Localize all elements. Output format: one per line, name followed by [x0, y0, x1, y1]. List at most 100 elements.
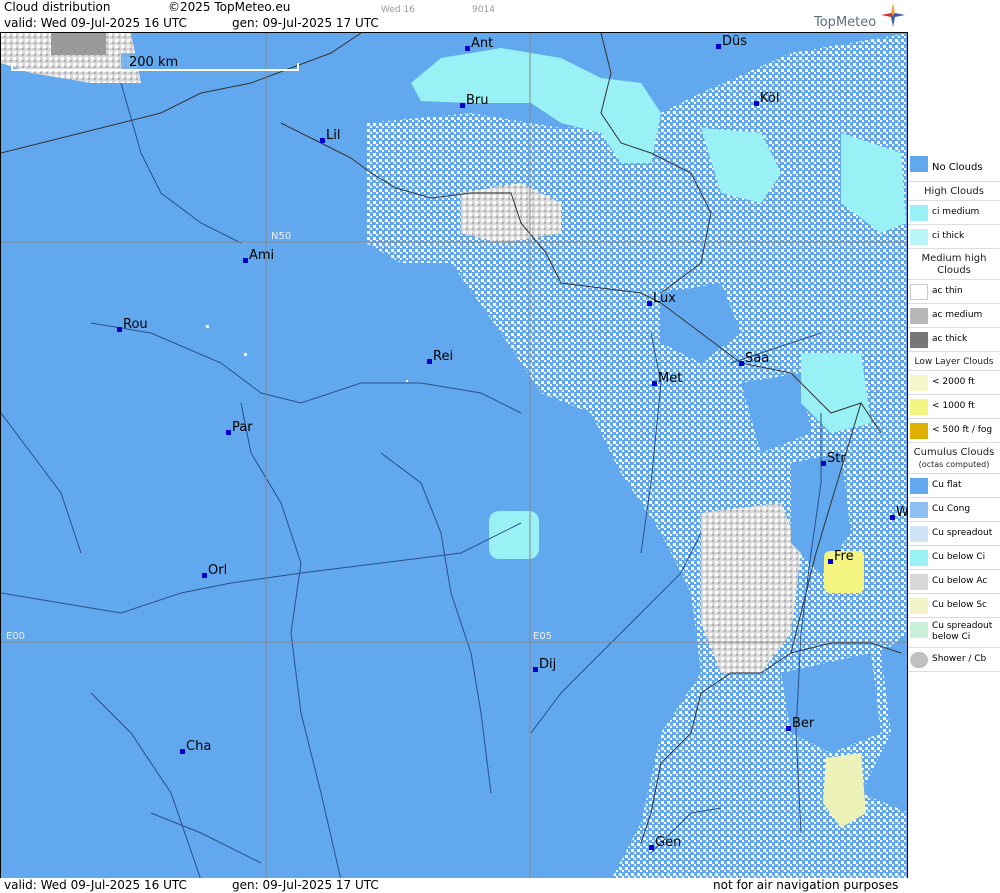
- city-marker: [460, 103, 465, 108]
- legend-no-clouds: No Clouds: [908, 150, 1000, 182]
- city-marker: [786, 726, 791, 731]
- legend-label: No Clouds: [932, 162, 983, 173]
- city-label: Köl: [760, 91, 779, 106]
- city-label: Orl: [208, 563, 227, 578]
- swatch-shower: [910, 652, 928, 668]
- brand-logo-text: TopMeteo: [814, 15, 877, 30]
- speckle: [244, 353, 247, 356]
- swatch-cu-flat: [910, 478, 928, 494]
- city-label: Met: [658, 371, 682, 386]
- city-marker: [821, 461, 826, 466]
- legend-cu-flat: Cu flat: [908, 474, 1000, 498]
- city-label: Dij: [539, 657, 556, 672]
- city-marker: [465, 46, 470, 51]
- scale-label: 200 km: [129, 55, 178, 70]
- legend-label: ac medium: [932, 310, 983, 320]
- city-marker: [649, 845, 654, 850]
- legend-shower: Shower / Cb: [908, 648, 1000, 672]
- city-marker: [754, 101, 759, 106]
- swatch-cu-cong: [910, 502, 928, 518]
- map-canvas[interactable]: N50 E00 E05 200 km Ant Düs Bru Köl Lil Ami Rou…: [1, 33, 908, 879]
- legend-label: Cu spreadout: [932, 528, 993, 538]
- legend-label: Cu flat: [932, 480, 962, 490]
- city-marker: [243, 258, 248, 263]
- city-label: Saa: [745, 351, 769, 366]
- ac-medium-patch: [51, 33, 106, 55]
- legend-medium-title: Medium high Clouds: [908, 249, 1000, 280]
- legend-cu-below-ac: Cu below Ac: [908, 570, 1000, 594]
- compass-icon: [881, 3, 905, 27]
- grid-label-e00: E00: [6, 631, 25, 642]
- legend-cu-spread-ci: Cu spreadout below Ci: [908, 618, 1000, 648]
- legend-label: ci thick: [932, 231, 965, 241]
- legend-cu-spread: Cu spreadout: [908, 522, 1000, 546]
- legend-label: ac thin: [932, 286, 963, 296]
- footer-valid-time: valid: Wed 09-Jul-2025 16 UTC: [4, 878, 187, 892]
- footer-generated-time: gen: 09-Jul-2025 17 UTC: [232, 878, 379, 892]
- copyright: ©2025 TopMeteo.eu: [168, 0, 291, 14]
- city-marker: [427, 359, 432, 364]
- city-marker: [320, 138, 325, 143]
- generated-time: gen: 09-Jul-2025 17 UTC: [232, 16, 379, 30]
- legend-low-1000: < 1000 ft: [908, 395, 1000, 419]
- city-label: Rou: [123, 317, 148, 332]
- city-label: Cha: [186, 739, 211, 754]
- legend-low-500: < 500 ft / fog: [908, 419, 1000, 443]
- city-label: Rei: [433, 349, 453, 364]
- swatch-cu-spread: [910, 526, 928, 542]
- legend-label: Cu below Ac: [932, 576, 988, 586]
- city-marker: [739, 361, 744, 366]
- legend-ac-thick: ac thick: [908, 328, 1000, 352]
- legend: No Clouds High Clouds ci medium ci thick…: [908, 150, 1000, 672]
- legend-ci-thick: ci thick: [908, 225, 1000, 249]
- legend-label: < 2000 ft: [932, 377, 975, 387]
- speckle: [206, 325, 209, 328]
- legend-cu-cong: Cu Cong: [908, 498, 1000, 522]
- swatch-ac-thin: [910, 284, 928, 300]
- city-marker: [890, 515, 895, 520]
- city-marker: [828, 559, 833, 564]
- map-title: Cloud distribution: [4, 0, 111, 14]
- swatch-ac-thick: [910, 332, 928, 348]
- city-label: Ami: [249, 248, 274, 263]
- swatch-cu-below-ac: [910, 574, 928, 590]
- legend-cu-below-ci: Cu below Ci: [908, 546, 1000, 570]
- city-label: Düs: [722, 34, 747, 49]
- legend-low-2000: < 2000 ft: [908, 371, 1000, 395]
- faint-day: Wed 16: [381, 5, 415, 15]
- city-marker: [117, 327, 122, 332]
- city-marker: [202, 573, 207, 578]
- swatch-ci-medium: [910, 205, 928, 221]
- grid-label-n50: N50: [271, 231, 291, 242]
- cloud-map[interactable]: N50 E00 E05 200 km Ant Düs Bru Köl Lil Ami Rou…: [0, 32, 908, 879]
- legend-label: < 500 ft / fog: [932, 425, 993, 435]
- legend-high-title: High Clouds: [908, 182, 1000, 201]
- legend-label: Cu Cong: [932, 504, 971, 514]
- faint-code: 9014: [472, 5, 495, 15]
- swatch-cu-below-ci: [910, 550, 928, 566]
- city-label: Par: [232, 420, 253, 435]
- legend-cu-below-sc: Cu below Sc: [908, 594, 1000, 618]
- swatch-low-1000: [910, 399, 928, 415]
- city-label: Gen: [655, 835, 681, 850]
- city-label: Fre: [834, 549, 854, 564]
- swatch-ac-medium: [910, 308, 928, 324]
- legend-cu-title: Cumulus Clouds (octas computed): [908, 443, 1000, 474]
- swatch-ci-thick: [910, 229, 928, 245]
- city-marker: [647, 301, 652, 306]
- swatch-cu-spread-ci: [910, 622, 928, 638]
- legend-label: Cu spreadout below Ci: [932, 621, 993, 642]
- footer: valid: Wed 09-Jul-2025 16 UTC gen: 09-Ju…: [0, 878, 1000, 893]
- legend-low-title: Low Layer Clouds: [908, 352, 1000, 371]
- city-marker: [652, 381, 657, 386]
- swatch-low-2000: [910, 375, 928, 391]
- legend-label: < 1000 ft: [932, 401, 975, 411]
- swatch-no-clouds: [910, 156, 928, 172]
- legend-cu-subtitle: (octas computed): [918, 460, 990, 469]
- city-label: Ant: [471, 36, 493, 51]
- swatch-cu-below-sc: [910, 598, 928, 614]
- legend-label: ac thick: [932, 334, 968, 344]
- city-label: Lil: [326, 128, 340, 143]
- city-marker: [226, 430, 231, 435]
- legend-ci-medium: ci medium: [908, 201, 1000, 225]
